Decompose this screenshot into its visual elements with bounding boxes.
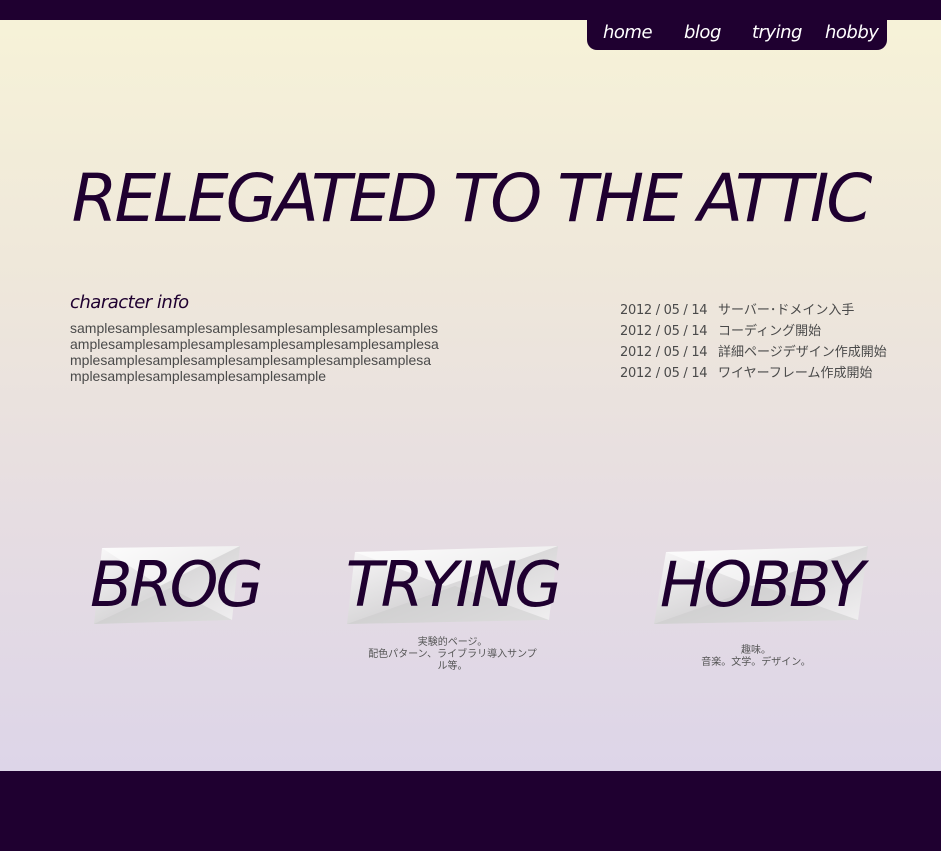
main-nav: home blog trying hobby	[587, 0, 887, 50]
desc-line: 趣味。	[741, 645, 771, 656]
desc-line: 実験的ページ。	[417, 637, 488, 648]
nav-hobby[interactable]: hobby	[825, 22, 879, 43]
news-date: 2012 / 05 / 14	[620, 324, 708, 339]
character-info-heading: character info	[70, 292, 189, 313]
trying-description: 実験的ページ。 配色パターン、ライブラリ導入サンプ ル等。	[345, 637, 560, 673]
news-date: 2012 / 05 / 14	[620, 303, 708, 318]
news-item: 2012 / 05 / 14 ワイヤーフレーム作成開始	[620, 362, 920, 383]
news-date: 2012 / 05 / 14	[620, 345, 708, 360]
news-list: 2012 / 05 / 14 サーバー･ドメイン入手 2012 / 05 / 14…	[620, 299, 920, 383]
nav-trying[interactable]: trying	[752, 22, 802, 43]
trying-label: TRYING	[345, 548, 563, 621]
news-item: 2012 / 05 / 14 詳細ページデザイン作成開始	[620, 341, 920, 362]
desc-line: 音楽。文学。デザイン。	[701, 657, 811, 668]
trying-card[interactable]: TRYING 実験的ページ。 配色パターン、ライブラリ導入サンプ ル等。	[345, 546, 563, 676]
hobby-card[interactable]: HOBBY 趣味。 音楽。文学。デザイン。	[652, 546, 870, 676]
character-info-text: samplesamplesamplesamplesamplesamplesamp…	[70, 320, 439, 384]
nav-home[interactable]: home	[603, 22, 653, 43]
hobby-description: 趣味。 音楽。文学。デザイン。	[647, 645, 865, 669]
news-text: コーディング開始	[718, 324, 822, 339]
news-text: ワイヤーフレーム作成開始	[718, 366, 873, 381]
news-text: サーバー･ドメイン入手	[718, 303, 855, 318]
news-text: 詳細ページデザイン作成開始	[718, 345, 887, 360]
news-item: 2012 / 05 / 14 コーディング開始	[620, 320, 920, 341]
desc-line: ル等。	[437, 661, 468, 672]
brog-label: BROG	[90, 548, 263, 621]
site-title: RELEGATED TO THE ATTIC	[71, 160, 873, 237]
news-item: 2012 / 05 / 14 サーバー･ドメイン入手	[620, 299, 920, 320]
brog-card[interactable]: BROG	[90, 546, 263, 626]
nav-blog[interactable]: blog	[684, 22, 721, 43]
hobby-label: HOBBY	[659, 548, 865, 621]
desc-line: 配色パターン、ライブラリ導入サンプ	[368, 649, 537, 660]
news-date: 2012 / 05 / 14	[620, 366, 708, 381]
footer	[0, 771, 941, 851]
